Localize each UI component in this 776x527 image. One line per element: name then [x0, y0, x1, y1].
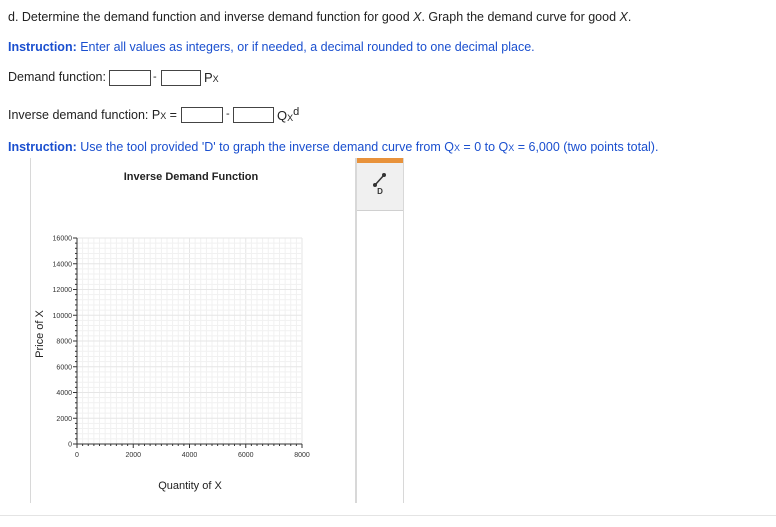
question-text: d. Determine the demand function and inv… — [8, 10, 632, 24]
graph-panel[interactable]: Inverse Demand Function 0 2000 4000 6000 800… — [30, 158, 356, 503]
instruction-label: Instruction: — [8, 140, 77, 154]
x-tick-label: 4000 — [182, 452, 198, 459]
y-tick-label: 8000 — [56, 339, 72, 346]
tool-label: D — [377, 187, 383, 196]
demand-price-variable: PX — [204, 70, 219, 85]
demand-intercept-input[interactable] — [109, 70, 151, 86]
bottom-divider — [0, 515, 776, 516]
y-tick-label: 16000 — [53, 236, 73, 243]
demand-minus-sign: - — [153, 71, 157, 83]
inverse-intercept-input[interactable] — [181, 107, 223, 123]
drawing-tool-panel: D — [356, 158, 404, 503]
y-axis-label: Price of X — [34, 309, 46, 357]
x-axis-label: Quantity of X — [158, 480, 222, 492]
instruction-rounding: Instruction: Enter all values as integer… — [8, 40, 535, 54]
x-tick-label: 8000 — [294, 452, 310, 459]
instruction-label: Instruction: — [8, 40, 77, 54]
demand-slope-input[interactable] — [161, 70, 201, 86]
inverse-demand-chart[interactable]: Inverse Demand Function 0 2000 4000 6000 800… — [31, 158, 357, 503]
inverse-minus-sign: - — [226, 108, 230, 120]
y-axis-ticks: 0 2000 4000 6000 8000 10000 12000 14000 16000 — [53, 236, 77, 449]
instruction-graph: Instruction: Use the tool provided 'D' t… — [8, 140, 659, 154]
y-tick-label: 4000 — [56, 390, 72, 397]
inverse-slope-input[interactable] — [233, 107, 274, 123]
y-tick-label: 6000 — [56, 364, 72, 371]
y-tick-label: 0 — [68, 442, 72, 449]
x-axis-ticks: 0 2000 4000 6000 8000 — [75, 444, 310, 459]
chart-title: Inverse Demand Function — [124, 171, 259, 183]
y-tick-label: 12000 — [53, 287, 73, 294]
x-tick-label: 6000 — [238, 452, 254, 459]
demand-function-label: Demand function: — [8, 70, 106, 84]
demand-line-tool-button[interactable]: D — [357, 158, 403, 211]
x-tick-label: 2000 — [125, 452, 141, 459]
inverse-quantity-variable: QXd — [277, 106, 300, 123]
y-tick-label: 2000 — [56, 416, 72, 423]
y-tick-label: 10000 — [53, 313, 73, 320]
x-tick-label: 0 — [75, 452, 79, 459]
chart-grid — [76, 237, 303, 445]
inverse-demand-label: Inverse demand function: PX = — [8, 108, 177, 122]
y-tick-label: 14000 — [53, 261, 73, 268]
